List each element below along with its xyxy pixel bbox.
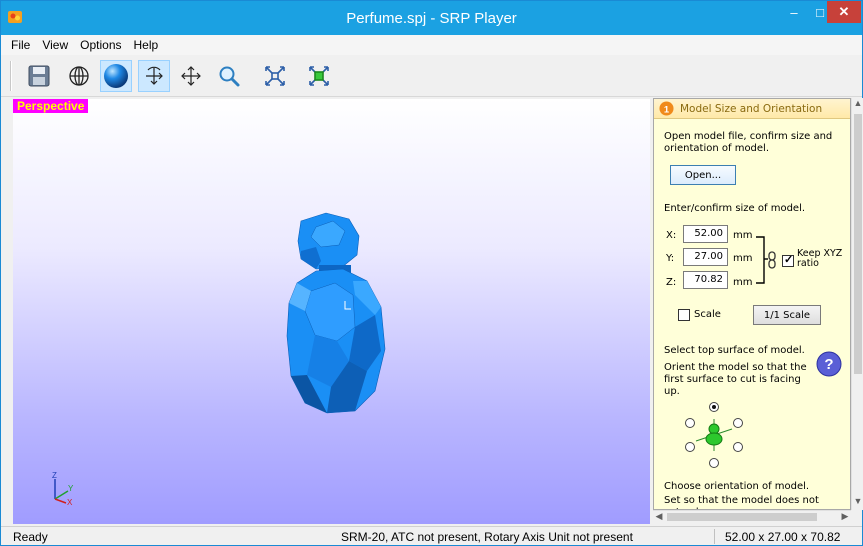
menu-file[interactable]: File <box>5 38 36 52</box>
keep-ratio-label: Keep XYZ ratio <box>797 248 843 269</box>
chain-link-icon <box>768 251 776 269</box>
menu-view[interactable]: View <box>36 38 74 52</box>
z-size-label: Z: <box>666 277 677 288</box>
svg-text:1: 1 <box>664 104 669 114</box>
open-button[interactable]: Open... <box>670 165 736 185</box>
magnifier-icon <box>219 66 240 87</box>
one-to-one-scale-button[interactable]: 1/1 Scale <box>753 305 821 325</box>
3d-viewport[interactable]: Perspective Z Y X <box>13 99 650 524</box>
scroll-left-arrow-icon[interactable]: ◀ <box>653 511 665 523</box>
orientation-instructions: Set so that the model does not extend <box>664 495 819 509</box>
model-fit-icon <box>309 66 329 86</box>
fit-to-window-icon <box>265 66 285 86</box>
orientation-radio-lower-left[interactable] <box>685 442 695 452</box>
menu-bar: File View Options Help <box>1 35 862 55</box>
x-size-input[interactable]: 52.00 <box>683 225 728 243</box>
model-fit-button[interactable] <box>303 60 335 92</box>
step-one-icon: 1 <box>659 101 674 116</box>
panel-header: 1 Model Size and Orientation <box>654 99 850 119</box>
toolbar <box>1 55 862 97</box>
scroll-right-arrow-icon[interactable]: ▶ <box>839 511 851 523</box>
status-bar: Ready SRM-20, ATC not present, Rotary Ax… <box>1 526 862 545</box>
panel-header-title: Model Size and Orientation <box>680 102 823 115</box>
floppy-disk-icon <box>28 65 50 87</box>
axis-x-label: X <box>67 498 73 505</box>
menu-help[interactable]: Help <box>128 38 165 52</box>
top-surface-title: Select top surface of model. <box>664 345 805 356</box>
close-button[interactable]: ✕ <box>827 1 861 23</box>
z-size-input[interactable]: 70.82 <box>683 271 728 289</box>
orientation-radio-upper-right[interactable] <box>733 418 743 428</box>
minimize-button[interactable]: – <box>780 1 808 23</box>
orientation-model-icon <box>695 419 733 451</box>
window-title: Perfume.spj - SRP Player <box>346 10 517 27</box>
status-model-size: 52.00 x 27.00 x 70.82 <box>725 530 841 544</box>
y-size-input[interactable]: 27.00 <box>683 248 728 266</box>
scroll-down-arrow-icon[interactable]: ▼ <box>852 496 863 510</box>
status-ready: Ready <box>13 530 48 544</box>
help-icon[interactable]: ? <box>816 351 842 377</box>
wireframe-view-button[interactable] <box>63 60 95 92</box>
globe-wireframe-icon <box>69 66 89 86</box>
panel-vertical-scrollbar[interactable]: ▲ ▼ <box>851 98 863 510</box>
scale-checkbox[interactable] <box>678 309 690 321</box>
y-unit-label: mm <box>733 253 753 264</box>
z-unit-label: mm <box>733 277 753 288</box>
rotate-arrows-icon <box>146 66 163 85</box>
orientation-selector <box>685 402 743 468</box>
save-button[interactable] <box>23 60 55 92</box>
rotate-button[interactable] <box>138 60 170 92</box>
orientation-radio-lower-right[interactable] <box>733 442 743 452</box>
x-size-label: X: <box>666 230 677 241</box>
shaded-sphere-icon <box>104 64 128 88</box>
orientation-radio-upper-left[interactable] <box>685 418 695 428</box>
model-size-panel: 1 Model Size and Orientation Open model … <box>653 98 851 510</box>
move-arrows-icon <box>181 66 201 86</box>
axis-y-label: Y <box>68 484 74 493</box>
axis-z-label: Z <box>52 471 57 480</box>
perspective-label: Perspective <box>13 99 89 113</box>
menu-options[interactable]: Options <box>74 38 127 52</box>
zoom-button[interactable] <box>213 60 245 92</box>
svg-text:?: ? <box>824 356 833 373</box>
toolbar-grip <box>10 61 12 91</box>
orientation-radio-bottom[interactable] <box>709 458 719 468</box>
open-instructions: Open model file, confirm size and orient… <box>664 131 833 154</box>
x-unit-label: mm <box>733 230 753 241</box>
keep-ratio-checkbox[interactable] <box>782 253 794 267</box>
app-window: Perfume.spj - SRP Player – □ ✕ File View… <box>0 0 863 546</box>
status-divider <box>714 529 715 544</box>
fit-view-button[interactable] <box>259 60 291 92</box>
title-bar[interactable]: Perfume.spj - SRP Player – □ ✕ <box>1 1 862 35</box>
scroll-up-arrow-icon[interactable]: ▲ <box>852 98 863 112</box>
pan-button[interactable] <box>175 60 207 92</box>
panel-horizontal-scrollbar[interactable]: ◀ ▶ <box>653 510 851 522</box>
axis-indicator: Z Y X <box>52 471 74 505</box>
orientation-title: Choose orientation of model. <box>664 481 810 492</box>
y-size-label: Y: <box>666 253 675 264</box>
vertical-scroll-thumb[interactable] <box>854 114 862 374</box>
perfume-bottle-model <box>286 212 386 414</box>
shaded-view-button[interactable] <box>100 60 132 92</box>
status-machine-info: SRM-20, ATC not present, Rotary Axis Uni… <box>341 530 633 544</box>
size-instructions: Enter/confirm size of model. <box>664 203 806 214</box>
horizontal-scroll-thumb[interactable] <box>667 513 817 521</box>
top-surface-instructions: Orient the model so that the first surfa… <box>664 362 807 397</box>
scale-label: Scale <box>694 309 721 320</box>
